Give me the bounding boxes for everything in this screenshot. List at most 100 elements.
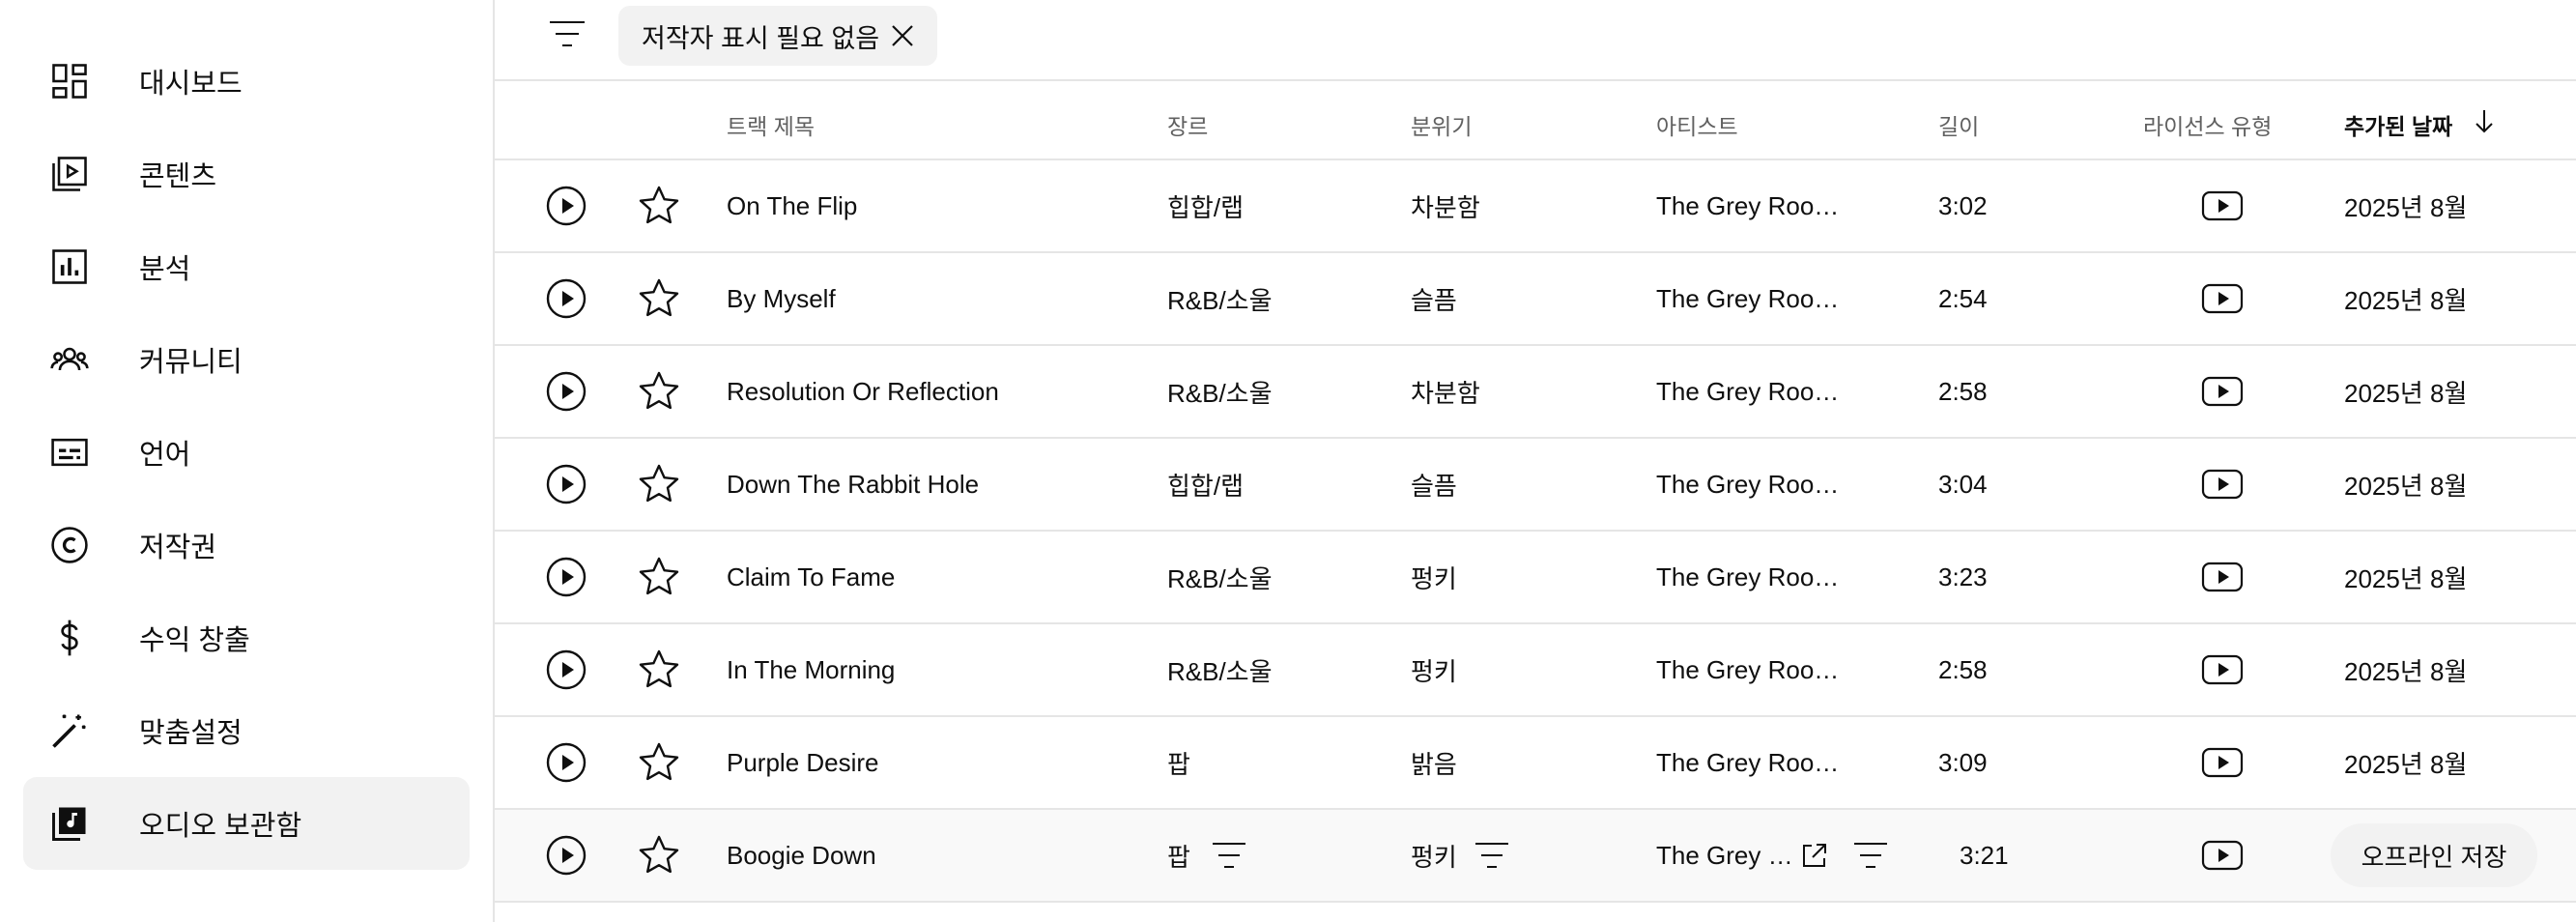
header-license[interactable]: 라이선스 유형	[2143, 108, 2272, 141]
track-duration: 2:58	[1938, 376, 1988, 406]
sidebar-item-label: 오디오 보관함	[139, 811, 302, 842]
track-artist: The Grey Roo…	[1656, 376, 1840, 406]
table-row[interactable]: Down The Rabbit Hole 힙합/랩 슬픔 The Grey Roo… 3…	[495, 439, 2576, 532]
sidebar-item-copyright[interactable]: 저작권	[23, 499, 470, 591]
play-icon[interactable]	[543, 739, 589, 786]
dashboard-icon	[48, 60, 91, 102]
track-date-added: 2025년 8월	[2344, 471, 2468, 501]
star-icon[interactable]	[636, 832, 682, 879]
star-icon[interactable]	[636, 368, 682, 415]
track-duration: 3:23	[1938, 562, 1988, 591]
table-row[interactable]: By Myself R&B/소울 슬픔 The Grey Roo… 2:54 2025년 …	[495, 253, 2576, 346]
sidebar-item-label: 언어	[139, 440, 191, 471]
youtube-license-icon	[2201, 746, 2244, 779]
header-track-title[interactable]: 트랙 제목	[727, 108, 815, 141]
track-artist: The Grey …	[1656, 840, 1793, 870]
analytics-icon	[48, 245, 91, 288]
filter-icon[interactable]	[1851, 840, 1890, 871]
copyright-icon	[48, 524, 91, 566]
track-date-added: 2025년 8월	[2344, 285, 2468, 315]
track-title: On The Flip	[727, 190, 858, 220]
track-artist: The Grey Roo…	[1656, 654, 1840, 684]
track-artist: The Grey Roo…	[1656, 469, 1840, 499]
track-title: Down The Rabbit Hole	[727, 469, 980, 499]
table-row[interactable]: Boogie Down 팝 펑키 The Grey … 3:21 오프라인 저장	[495, 810, 2576, 903]
play-icon[interactable]	[543, 461, 589, 507]
track-artist: The Grey Roo…	[1656, 190, 1840, 220]
filter-icon[interactable]	[1210, 840, 1248, 871]
track-mood: 펑키	[1411, 563, 1457, 593]
track-title: Claim To Fame	[727, 562, 896, 591]
close-icon[interactable]	[887, 20, 918, 51]
sidebar-item-content[interactable]: 콘텐츠	[23, 128, 470, 220]
star-icon[interactable]	[636, 554, 682, 600]
track-mood: 밝음	[1411, 749, 1457, 779]
youtube-license-icon	[2201, 468, 2244, 501]
play-icon[interactable]	[543, 368, 589, 415]
header-genre[interactable]: 장르	[1167, 108, 1208, 141]
sidebar-item-community[interactable]: 커뮤니티	[23, 313, 470, 406]
filter-icon[interactable]	[1473, 840, 1511, 871]
track-duration: 2:54	[1938, 283, 1988, 313]
track-mood: 슬픔	[1411, 471, 1457, 501]
header-mood[interactable]: 분위기	[1411, 108, 1472, 141]
track-duration: 3:02	[1938, 190, 1988, 220]
sidebar-item-customization[interactable]: 맞춤설정	[23, 684, 470, 777]
filter-chip-label: 저작자 표시 필요 없음	[642, 23, 880, 53]
filter-toolbar: 저작자 표시 필요 없음	[495, 0, 2576, 81]
sidebar-item-label: 분석	[139, 254, 191, 285]
table-row[interactable]: Purple Desire 팝 밝음 The Grey Roo… 3:09 2025년 8…	[495, 717, 2576, 810]
dollar-icon	[48, 617, 91, 659]
track-title: Boogie Down	[727, 840, 876, 870]
table-row[interactable]: Resolution Or Reflection R&B/소울 차분함 The Gre…	[495, 346, 2576, 439]
play-icon[interactable]	[543, 832, 589, 879]
track-date-added: 2025년 8월	[2344, 749, 2468, 779]
save-offline-button[interactable]: 오프라인 저장	[2331, 823, 2537, 887]
star-icon[interactable]	[636, 275, 682, 322]
filter-chip[interactable]: 저작자 표시 필요 없음	[618, 6, 937, 66]
track-duration: 3:09	[1938, 747, 1988, 777]
youtube-license-icon	[2201, 839, 2244, 872]
play-icon[interactable]	[543, 647, 589, 693]
star-icon[interactable]	[636, 183, 682, 229]
sidebar-item-language[interactable]: 언어	[23, 406, 470, 499]
sidebar-item-audio-library[interactable]: 오디오 보관함	[23, 777, 470, 870]
track-duration: 2:58	[1938, 654, 1988, 684]
track-genre: R&B/소울	[1167, 656, 1273, 686]
track-duration: 3:04	[1938, 469, 1988, 499]
star-icon[interactable]	[636, 647, 682, 693]
sidebar-item-label: 대시보드	[139, 69, 243, 100]
sidebar-item-analytics[interactable]: 분석	[23, 220, 470, 313]
track-genre: 힙합/랩	[1167, 471, 1244, 501]
play-icon[interactable]	[543, 275, 589, 322]
table-header: 트랙 제목 장르 분위기 아티스트 길이 라이선스 유형 추가된 날짜	[495, 81, 2576, 160]
track-genre: R&B/소울	[1167, 378, 1273, 408]
star-icon[interactable]	[636, 739, 682, 786]
play-icon[interactable]	[543, 183, 589, 229]
track-title: Purple Desire	[727, 747, 879, 777]
external-link-icon[interactable]	[1799, 840, 1838, 871]
track-date-added: 2025년 8월	[2344, 378, 2468, 408]
star-icon[interactable]	[636, 461, 682, 507]
header-duration[interactable]: 길이	[1938, 108, 1979, 141]
header-artist[interactable]: 아티스트	[1656, 108, 1738, 141]
table-row[interactable]: On The Flip 힙합/랩 차분함 The Grey Roo… 3:02 2025년…	[495, 160, 2576, 253]
arrow-down-icon[interactable]	[2470, 106, 2499, 135]
track-date-added: 2025년 8월	[2344, 192, 2468, 222]
sidebar-item-label: 커뮤니티	[139, 347, 243, 378]
community-icon	[48, 338, 91, 381]
audio-library-icon	[48, 802, 91, 845]
track-mood: 펑키	[1411, 842, 1457, 872]
filter-icon[interactable]	[545, 14, 589, 53]
youtube-license-icon	[2201, 282, 2244, 315]
table-row[interactable]: Claim To Fame R&B/소울 펑키 The Grey Roo… 3:23 20…	[495, 532, 2576, 624]
play-icon[interactable]	[543, 554, 589, 600]
table-row[interactable]: In The Morning R&B/소울 펑키 The Grey Roo… 2:58 2…	[495, 624, 2576, 717]
sidebar-item-label: 맞춤설정	[139, 718, 243, 749]
track-genre: R&B/소울	[1167, 285, 1273, 315]
header-date-added[interactable]: 추가된 날짜	[2344, 108, 2452, 141]
sidebar-item-monetization[interactable]: 수익 창출	[23, 591, 470, 684]
track-date-added: 2025년 8월	[2344, 656, 2468, 686]
track-mood: 펑키	[1411, 656, 1457, 686]
sidebar-item-dashboard[interactable]: 대시보드	[23, 35, 470, 128]
